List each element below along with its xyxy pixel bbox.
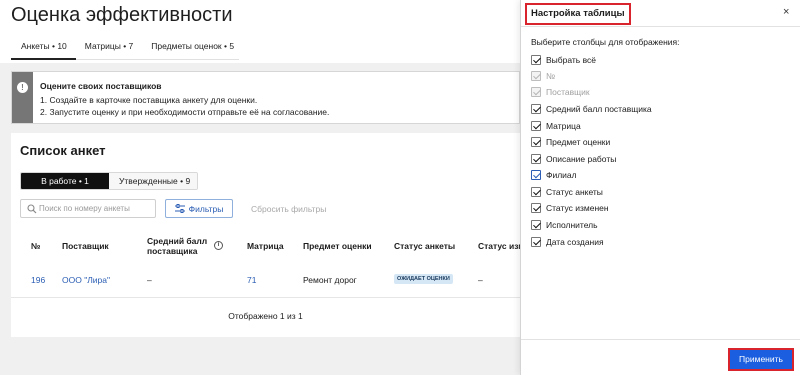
reset-filters-button[interactable]: Сбросить фильтры xyxy=(251,204,326,214)
checkbox[interactable] xyxy=(531,121,541,131)
close-icon[interactable]: × xyxy=(783,6,789,18)
exclamation-icon: ! xyxy=(17,82,28,93)
option-label: Статус изменен xyxy=(546,203,609,213)
option-executor[interactable]: Исполнитель xyxy=(531,219,598,231)
info-line-2: 2. Запустите оценку и при необходимости … xyxy=(40,107,330,117)
option-label: Статус анкеты xyxy=(546,187,603,197)
option-supplier: Поставщик xyxy=(531,86,590,98)
panel-subtitle: Выберите столбцы для отображения: xyxy=(531,37,680,47)
option-avg-score[interactable]: Средний балл поставщика xyxy=(531,103,652,115)
column-header-avg-line1[interactable]: Средний балл xyxy=(147,236,207,246)
option-label: № xyxy=(546,71,556,81)
checkbox[interactable] xyxy=(531,137,541,147)
option-select-all[interactable]: Выбрать всё xyxy=(531,54,596,66)
filters-button[interactable]: Фильтры xyxy=(165,199,233,218)
row-divider xyxy=(11,297,520,298)
info-banner: ! Оцените своих поставщиков 1. Создайте … xyxy=(11,71,520,124)
info-title: Оцените своих поставщиков xyxy=(40,81,162,91)
cell-avg: – xyxy=(147,275,152,285)
column-header-avg-line2[interactable]: поставщика xyxy=(147,246,197,256)
segment-in-progress[interactable]: В работе • 1 xyxy=(21,173,109,189)
search-input[interactable] xyxy=(39,201,151,216)
option-created-date[interactable]: Дата создания xyxy=(531,236,604,248)
option-label: Средний балл поставщика xyxy=(546,104,652,114)
page-title: Оценка эффективности xyxy=(11,4,233,26)
option-matrix[interactable]: Матрица xyxy=(531,120,581,132)
column-header-num[interactable]: № xyxy=(31,241,40,251)
checkbox[interactable] xyxy=(531,55,541,65)
tab-subjects[interactable]: Предметы оценок • 5 xyxy=(142,37,243,59)
option-label: Описание работы xyxy=(546,154,617,164)
option-branch[interactable]: Филиал xyxy=(531,169,577,181)
checkbox-disabled xyxy=(531,87,541,97)
cell-num-link[interactable]: 196 xyxy=(31,275,45,285)
option-label: Выбрать всё xyxy=(546,55,596,65)
cell-matrix-link[interactable]: 71 xyxy=(247,275,256,285)
panel-footer: Применить xyxy=(521,339,800,375)
option-work-description[interactable]: Описание работы xyxy=(531,153,616,165)
search-box xyxy=(20,199,156,218)
info-icon[interactable]: i xyxy=(214,241,223,250)
option-label: Исполнитель xyxy=(546,220,598,230)
column-header-status-changed[interactable]: Статус изм xyxy=(478,241,520,251)
filters-label: Фильтры xyxy=(188,203,224,214)
panel-title: Настройка таблицы xyxy=(525,3,631,25)
questionnaire-list-card: Список анкет В работе • 1 Утвержденные •… xyxy=(11,133,520,337)
option-label: Дата создания xyxy=(546,237,604,247)
table-settings-panel: Настройка таблицы × Выберите столбцы для… xyxy=(520,0,800,375)
option-label: Поставщик xyxy=(546,87,590,97)
status-badge: ОЖИДАЕТ ОЦЕНКИ xyxy=(394,274,453,284)
checkbox-disabled xyxy=(531,71,541,81)
column-header-status[interactable]: Статус анкеты xyxy=(394,241,455,251)
option-num: № xyxy=(531,70,555,82)
column-header-subject[interactable]: Предмет оценки xyxy=(303,241,372,251)
cell-status-changed: – xyxy=(478,275,483,285)
tabs-bar: Анкеты • 10 Матрицы • 7 Предметы оценок … xyxy=(11,37,239,60)
list-title: Список анкет xyxy=(20,143,106,158)
checkbox[interactable] xyxy=(531,220,541,230)
sliders-icon xyxy=(174,204,185,213)
panel-header: Настройка таблицы × xyxy=(521,0,800,27)
checkbox[interactable] xyxy=(531,203,541,213)
checkbox[interactable] xyxy=(531,187,541,197)
info-line-1: 1. Создайте в карточке поставщика анкету… xyxy=(40,95,258,105)
page-header: Оценка эффективности Анкеты • 10 Матрицы… xyxy=(0,0,520,63)
status-segmented-control: В работе • 1 Утвержденные • 9 xyxy=(20,172,198,190)
option-label: Филиал xyxy=(546,170,577,180)
checkbox[interactable] xyxy=(531,170,541,180)
tab-questionnaires[interactable]: Анкеты • 10 xyxy=(11,37,76,60)
search-icon xyxy=(27,204,37,214)
cell-subject: Ремонт дорог xyxy=(303,275,357,285)
column-header-matrix[interactable]: Матрица xyxy=(247,241,284,251)
checkbox[interactable] xyxy=(531,104,541,114)
checkbox[interactable] xyxy=(531,237,541,247)
info-stripe: ! xyxy=(12,72,33,123)
option-label: Предмет оценки xyxy=(546,137,611,147)
column-header-supplier[interactable]: Поставщик xyxy=(62,241,109,251)
segment-approved[interactable]: Утвержденные • 9 xyxy=(109,173,197,189)
option-subject[interactable]: Предмет оценки xyxy=(531,136,610,148)
apply-button[interactable]: Применить xyxy=(728,348,794,371)
option-status-changed[interactable]: Статус изменен xyxy=(531,202,609,214)
cell-supplier-link[interactable]: ООО "Лира" xyxy=(62,275,110,285)
option-status[interactable]: Статус анкеты xyxy=(531,186,603,198)
tab-matrices[interactable]: Матрицы • 7 xyxy=(76,37,143,59)
checkbox[interactable] xyxy=(531,154,541,164)
pagination-info: Отображено 1 из 1 xyxy=(228,311,303,321)
option-label: Матрица xyxy=(546,121,581,131)
